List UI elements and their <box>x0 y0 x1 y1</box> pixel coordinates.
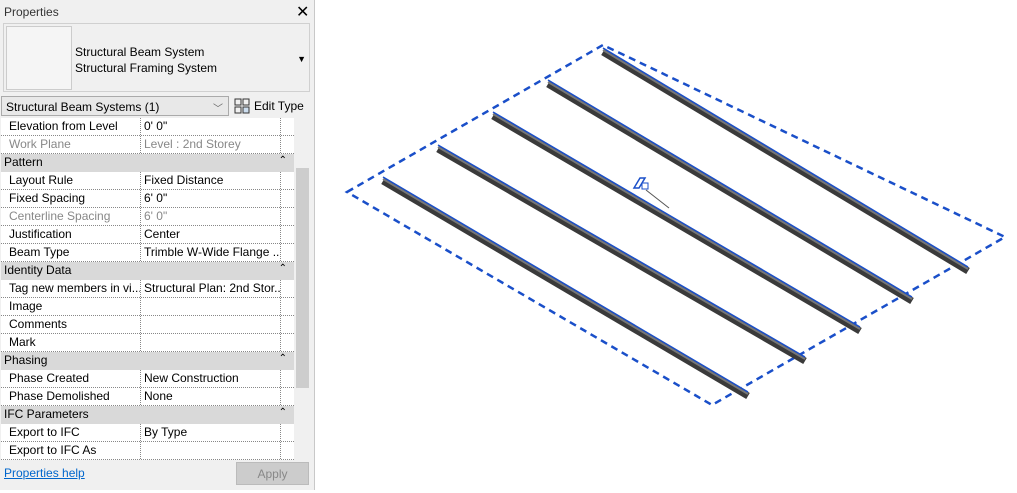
property-value[interactable]: Trimble W-Wide Flange ... <box>141 244 281 261</box>
chevron-down-icon: ﹀ <box>213 104 223 115</box>
type-selector[interactable]: Structural Beam System Structural Framin… <box>3 23 310 92</box>
apply-button[interactable]: Apply <box>236 462 309 485</box>
group-name: Pattern <box>4 155 43 169</box>
row-extra <box>281 118 294 135</box>
properties-grid: Elevation from Level 0' 0" Work Plane Level… <box>1 118 294 460</box>
panel-title: Properties <box>4 5 59 19</box>
group-header[interactable]: Identity Data ⌃ <box>1 262 294 280</box>
property-value[interactable]: Fixed Distance <box>141 172 281 189</box>
edit-type-label: Edit Type <box>254 99 304 113</box>
instance-filter-dropdown[interactable]: Structural Beam Systems (1) ﹀ <box>1 96 229 116</box>
property-name: Image <box>1 298 141 315</box>
property-value[interactable] <box>141 334 281 351</box>
property-name: Export to IFC As <box>1 442 141 459</box>
property-row: Export to IFC As <box>1 442 294 460</box>
group-name: Phasing <box>4 353 48 367</box>
dropdown-arrow-icon[interactable]: ▼ <box>297 54 306 64</box>
beam <box>601 47 970 275</box>
property-name: Beam Type <box>1 244 141 261</box>
row-extra <box>281 190 294 207</box>
group-header[interactable]: Pattern ⌃ <box>1 154 294 172</box>
group-name: Identity Data <box>4 263 72 277</box>
property-name: Phase Demolished <box>1 388 141 405</box>
collapse-icon[interactable]: ⌃ <box>279 353 291 369</box>
property-row: Work Plane Level : 2nd Storey <box>1 136 294 154</box>
row-extra <box>281 316 294 333</box>
property-row: Layout Rule Fixed Distance <box>1 172 294 190</box>
property-value[interactable]: Structural Plan: 2nd Stor... <box>141 280 281 297</box>
row-extra <box>281 208 294 225</box>
close-icon[interactable]: ✕ <box>296 2 309 22</box>
property-value[interactable]: 6' 0" <box>141 190 281 207</box>
edit-type-button[interactable]: Edit Type <box>234 96 304 116</box>
property-name: Mark <box>1 334 141 351</box>
beam <box>381 176 750 400</box>
group-header[interactable]: Phasing ⌃ <box>1 352 294 370</box>
row-extra <box>281 280 294 297</box>
property-row: Mark <box>1 334 294 352</box>
row-extra <box>281 370 294 387</box>
collapse-icon[interactable]: ⌃ <box>279 407 291 423</box>
property-row: Fixed Spacing 6' 0" <box>1 190 294 208</box>
beam <box>436 144 807 365</box>
property-name: Export to IFC <box>1 424 141 441</box>
property-name: Elevation from Level <box>1 118 141 135</box>
property-row: Export to IFC By Type <box>1 424 294 442</box>
property-value[interactable] <box>141 316 281 333</box>
property-name: Phase Created <box>1 370 141 387</box>
type-name: Structural Beam System <box>75 45 205 59</box>
group-header[interactable]: IFC Parameters ⌃ <box>1 406 294 424</box>
property-value[interactable]: New Construction <box>141 370 281 387</box>
row-extra <box>281 172 294 189</box>
property-row: Image <box>1 298 294 316</box>
property-value[interactable]: 0' 0" <box>141 118 281 135</box>
vertical-scrollbar[interactable] <box>295 118 310 460</box>
property-value[interactable] <box>141 442 281 459</box>
row-extra <box>281 334 294 351</box>
property-row: Beam Type Trimble W-Wide Flange ... <box>1 244 294 262</box>
row-extra <box>281 424 294 441</box>
group-name: IFC Parameters <box>4 407 89 421</box>
row-extra <box>281 226 294 243</box>
property-name: Fixed Spacing <box>1 190 141 207</box>
beam <box>546 79 914 305</box>
property-name: Tag new members in vi... <box>1 280 141 297</box>
edit-type-icon <box>234 98 250 114</box>
row-extra <box>281 442 294 459</box>
row-extra <box>281 298 294 315</box>
row-extra <box>281 244 294 261</box>
row-extra <box>281 136 294 153</box>
type-thumbnail <box>6 26 72 90</box>
properties-help-link[interactable]: Properties help <box>4 466 85 480</box>
property-name: Justification <box>1 226 141 243</box>
collapse-icon[interactable]: ⌃ <box>279 155 291 171</box>
property-row: Phase Created New Construction <box>1 370 294 388</box>
property-value[interactable]: By Type <box>141 424 281 441</box>
property-value[interactable] <box>141 298 281 315</box>
property-name: Centerline Spacing <box>1 208 141 225</box>
property-name: Work Plane <box>1 136 141 153</box>
property-value: Level : 2nd Storey <box>141 136 281 153</box>
row-extra <box>281 388 294 405</box>
property-row: Centerline Spacing 6' 0" <box>1 208 294 226</box>
beam <box>491 111 862 335</box>
property-row: Comments <box>1 316 294 334</box>
filter-label: Structural Beam Systems (1) <box>6 100 160 114</box>
property-name: Layout Rule <box>1 172 141 189</box>
collapse-icon[interactable]: ⌃ <box>279 263 291 279</box>
properties-panel: Properties ✕ Structural Beam System Stru… <box>0 0 315 490</box>
scrollbar-thumb[interactable] <box>296 168 309 388</box>
property-value: 6' 0" <box>141 208 281 225</box>
property-value[interactable]: Center <box>141 226 281 243</box>
type-family: Structural Framing System <box>75 61 218 75</box>
property-row: Elevation from Level 0' 0" <box>1 118 294 136</box>
3d-viewport[interactable] <box>316 0 1017 490</box>
property-row: Phase Demolished None <box>1 388 294 406</box>
property-row: Justification Center <box>1 226 294 244</box>
property-row: Tag new members in vi... Structural Plan:… <box>1 280 294 298</box>
property-value[interactable]: None <box>141 388 281 405</box>
property-name: Comments <box>1 316 141 333</box>
beam-system-drawing[interactable] <box>316 0 1017 490</box>
